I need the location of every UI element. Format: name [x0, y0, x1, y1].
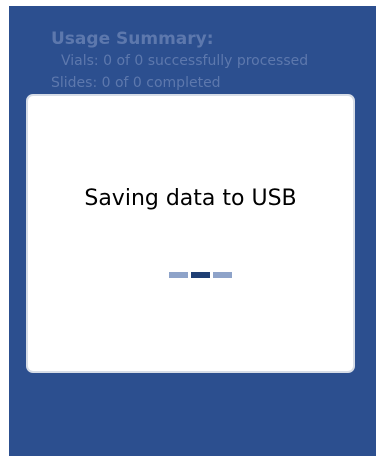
saving-message: Saving data to USB — [84, 186, 297, 211]
device-screen: Usage Summary: Vials: 0 of 0 successfull… — [9, 6, 376, 456]
loading-segment — [213, 272, 232, 278]
loading-segment-active — [191, 272, 210, 278]
usage-summary-title: Usage Summary: — [51, 29, 214, 49]
loading-indicator — [169, 272, 232, 278]
usage-summary: Usage Summary: Vials: 0 of 0 successfull… — [51, 28, 308, 94]
loading-segment — [169, 272, 188, 278]
saving-dialog: Saving data to USB — [26, 94, 355, 373]
vials-status: Vials: 0 of 0 successfully processed — [61, 53, 309, 69]
slides-status: Slides: 0 of 0 completed — [51, 75, 221, 91]
